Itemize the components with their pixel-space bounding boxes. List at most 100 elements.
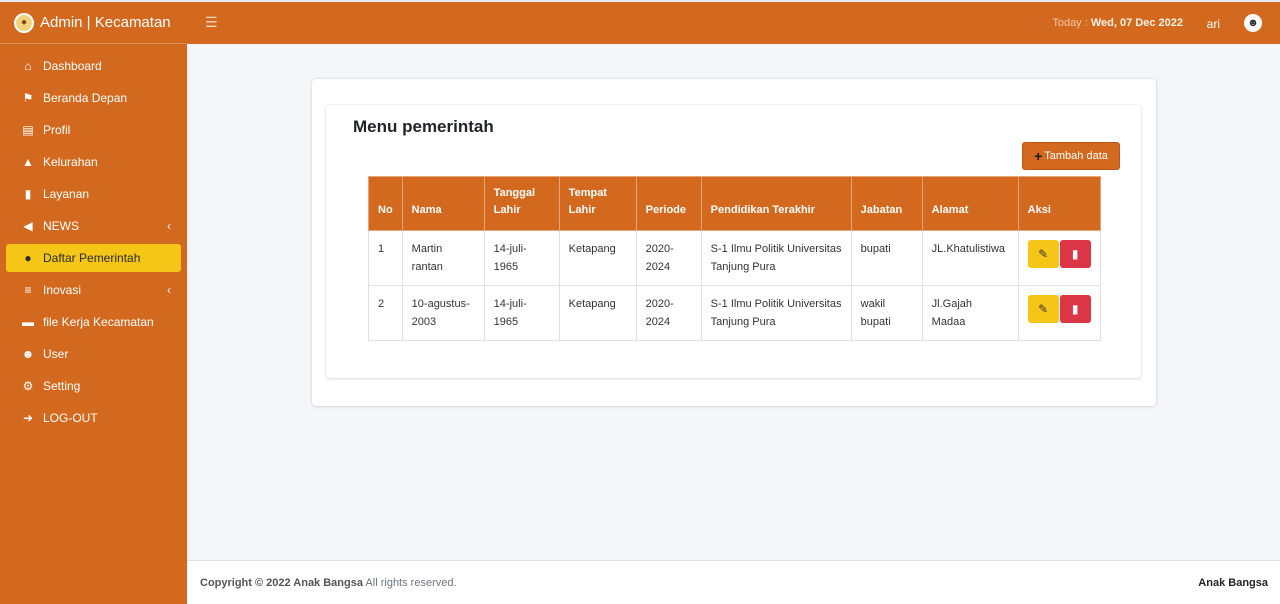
building-icon: ▲ (22, 155, 34, 169)
page-title: Menu pemerintah (353, 117, 494, 136)
sidebar-item-label: Inovasi (43, 283, 82, 297)
footer-brand: Anak Bangsa (1198, 577, 1268, 589)
sidebar-nav: ⌂ Dashboard ⚑ Beranda Depan ▤ Profil ▲ K… (0, 44, 187, 432)
sidebar-item-logout[interactable]: ➜ LOG-OUT (6, 404, 181, 432)
col-header-periode: Periode (635, 176, 702, 231)
cell-pendidikan: S-1 Ilmu Politik Universitas Tanjung Pur… (700, 230, 852, 286)
content-wrapper-card: Menu pemerintah + Tambah data No Nama Ta… (312, 79, 1156, 406)
cell-tempat-lahir: Ketapang (558, 230, 637, 286)
cell-nama: 10-agustus-2003 (401, 285, 485, 341)
sidebar-item-user[interactable]: ☻ User (6, 340, 181, 368)
copyright-brand: Anak Bangsa (293, 577, 363, 589)
col-header-aksi: Aksi (1017, 176, 1101, 231)
list-icon: ≡ (24, 283, 32, 297)
user-name[interactable]: ari (1207, 17, 1220, 31)
cell-periode: 2020-2024 (635, 285, 702, 341)
table-header-row: No Nama Tanggal Lahir Tempat Lahir Perio… (368, 176, 1101, 231)
sidebar-item-setting[interactable]: ⚙ Setting (6, 372, 181, 400)
copyright-text: Copyright © 2022 Anak Bangsa All rights … (200, 577, 457, 589)
brand-title: Admin | Kecamatan (40, 14, 171, 31)
add-data-button[interactable]: + Tambah data (1022, 142, 1120, 170)
users-icon: ● (24, 251, 32, 265)
trash-icon: ▮ (1071, 247, 1079, 261)
sidebar-item-label: NEWS (43, 219, 79, 233)
plus-icon: + (1034, 148, 1043, 164)
edit-button[interactable]: ✎ (1027, 240, 1059, 268)
document-icon: ▮ (24, 187, 32, 201)
sidebar-item-label: Dashboard (43, 59, 102, 73)
chevron-left-icon: ‹ (167, 283, 171, 297)
brand-link[interactable]: ● Admin | Kecamatan (0, 2, 187, 44)
sidebar-item-dashboard[interactable]: ⌂ Dashboard (6, 52, 181, 80)
footer: Copyright © 2022 Anak Bangsa All rights … (187, 560, 1280, 604)
sidebar-item-label: Layanan (43, 187, 90, 201)
cell-periode: 2020-2024 (635, 230, 702, 286)
edit-button[interactable]: ✎ (1027, 295, 1059, 323)
sidebar-item-label: Daftar Pemerintah (43, 251, 141, 265)
edit-icon: ✎ (1038, 247, 1049, 261)
date-value: Wed, 07 Dec 2022 (1090, 17, 1183, 29)
top-navbar: ☰ Today : Wed, 07 Dec 2022 ari ☻ (187, 2, 1280, 44)
sidebar: ● Admin | Kecamatan ⌂ Dashboard ⚑ Berand… (0, 2, 187, 604)
col-header-tanggal-lahir: Tanggal Lahir (483, 176, 560, 231)
sidebar-item-label: Kelurahan (43, 155, 98, 169)
sidebar-item-label: file Kerja Kecamatan (43, 315, 154, 329)
brand-logo-icon: ● (14, 12, 34, 33)
cell-alamat: JL.Khatulistiwa (921, 230, 1019, 286)
cell-no: 2 (368, 285, 403, 341)
today-label: Today : (1052, 17, 1091, 29)
copyright-suffix: All rights reserved. (362, 577, 457, 589)
cell-tanggal-lahir: 14-juli-1965 (483, 230, 560, 286)
today-date: Today : Wed, 07 Dec 2022 (1052, 17, 1183, 29)
sidebar-item-profil[interactable]: ▤ Profil (6, 116, 181, 144)
cell-nama: Martin rantan (401, 230, 485, 286)
sidebar-item-news[interactable]: ◀ NEWS ‹ (6, 212, 181, 240)
col-header-tempat-lahir: Tempat Lahir (558, 176, 637, 231)
cell-tempat-lahir: Ketapang (558, 285, 637, 341)
col-header-no: No (368, 176, 403, 231)
pemerintah-table: No Nama Tanggal Lahir Tempat Lahir Perio… (368, 176, 1101, 341)
avatar-icon[interactable]: ☻ (1244, 14, 1262, 32)
cell-aksi: ✎ ▮ (1017, 285, 1101, 341)
delete-button[interactable]: ▮ (1059, 240, 1091, 268)
sidebar-item-inovasi[interactable]: ≡ Inovasi ‹ (6, 276, 181, 304)
col-header-alamat: Alamat (921, 176, 1019, 231)
tags-icon: ⚑ (22, 91, 34, 105)
col-header-jabatan: Jabatan (850, 176, 923, 231)
gear-icon: ⚙ (22, 379, 34, 393)
table-row: 2 10-agustus-2003 14-juli-1965 Ketapang … (368, 285, 1101, 341)
sidebar-item-label: Setting (43, 379, 81, 393)
sidebar-item-kelurahan[interactable]: ▲ Kelurahan (6, 148, 181, 176)
pemerintah-card: Menu pemerintah + Tambah data No Nama Ta… (326, 105, 1141, 378)
cell-jabatan: bupati (850, 230, 923, 286)
sidebar-item-layanan[interactable]: ▮ Layanan (6, 180, 181, 208)
table-row: 1 Martin rantan 14-juli-1965 Ketapang 20… (368, 230, 1101, 286)
sidebar-item-daftar-pemerintah[interactable]: ● Daftar Pemerintah (6, 244, 181, 272)
sidebar-item-label: Profil (43, 123, 71, 137)
sidebar-item-beranda-depan[interactable]: ⚑ Beranda Depan (6, 84, 181, 112)
cell-jabatan: wakil bupati (850, 285, 923, 341)
col-header-nama: Nama (401, 176, 485, 231)
cell-tanggal-lahir: 14-juli-1965 (483, 285, 560, 341)
cell-alamat: Jl.Gajah Madaa (921, 285, 1019, 341)
cell-pendidikan: S-1 Ilmu Politik Universitas Tanjung Pur… (700, 285, 852, 341)
chevron-left-icon: ‹ (167, 219, 171, 233)
edit-icon: ✎ (1038, 302, 1049, 316)
folder-icon: ▬ (22, 315, 34, 329)
copyright-prefix: Copyright © 2022 (200, 577, 294, 589)
sidebar-item-file-kerja-kecamatan[interactable]: ▬ file Kerja Kecamatan (6, 308, 181, 336)
cell-no: 1 (368, 230, 403, 286)
menu-toggle-icon[interactable]: ☰ (205, 14, 218, 31)
add-data-label: Tambah data (1044, 150, 1108, 162)
sidebar-item-label: LOG-OUT (43, 411, 98, 425)
trash-icon: ▮ (1071, 302, 1079, 316)
col-header-pendidikan: Pendidikan Terakhir (700, 176, 852, 231)
megaphone-icon: ◀ (23, 219, 33, 233)
delete-button[interactable]: ▮ (1059, 295, 1091, 323)
logout-icon: ➜ (22, 411, 34, 425)
cell-aksi: ✎ ▮ (1017, 230, 1101, 286)
file-icon: ▤ (22, 123, 34, 137)
sidebar-item-label: Beranda Depan (43, 91, 128, 105)
user-icon: ☻ (21, 347, 35, 361)
home-icon: ⌂ (24, 59, 32, 73)
